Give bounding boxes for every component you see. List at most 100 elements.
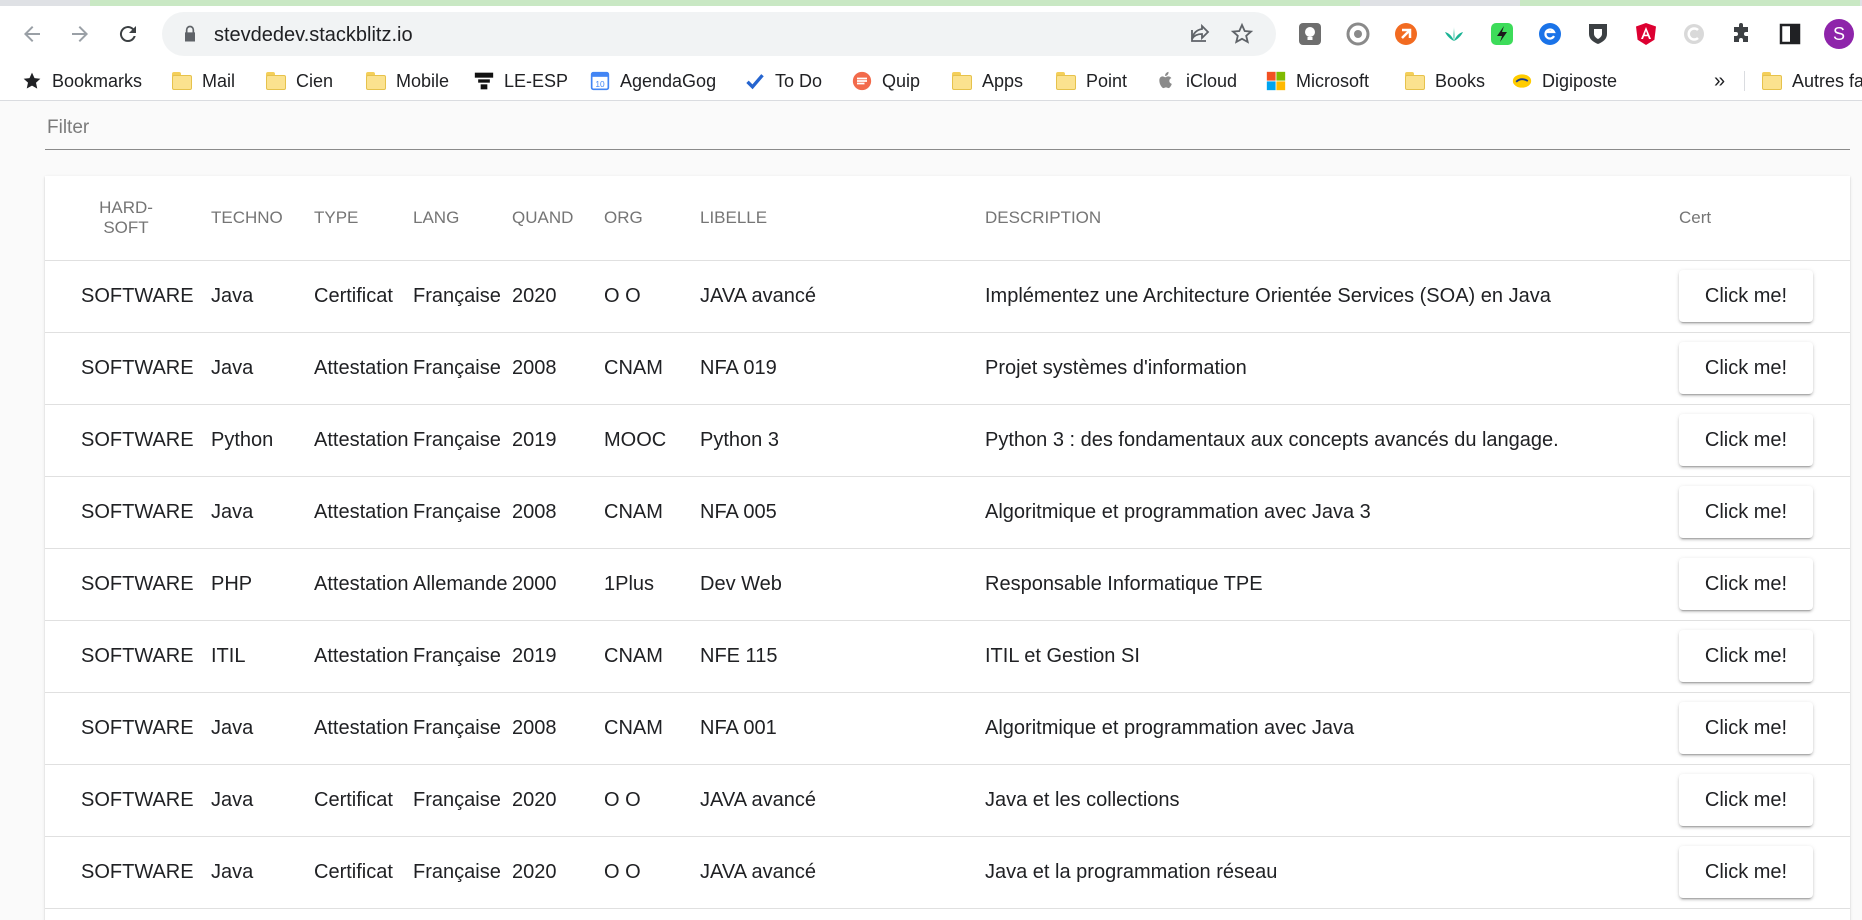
cell-quand: 2019 [512, 429, 557, 451]
star-icon[interactable] [1230, 22, 1254, 46]
bookmark-other[interactable]: Autres fa [1762, 62, 1862, 100]
side-panel-icon[interactable] [1775, 19, 1805, 49]
cell-lang: Allemande [413, 573, 508, 595]
cell-org: O O [604, 285, 641, 307]
filter-input[interactable] [45, 113, 1849, 143]
bookmark-quip[interactable]: Quip [852, 62, 920, 100]
cell-quand: 2008 [512, 357, 557, 379]
url-input[interactable] [212, 12, 1116, 58]
bookmark-bookmarks[interactable]: Bookmarks [22, 62, 142, 100]
table-row[interactable]: SOFTWARE Python Attestation Française 2019 MO… [45, 404, 1850, 477]
extension-shield-icon[interactable] [1583, 19, 1613, 49]
forward-button[interactable] [64, 18, 96, 50]
cell-description: Projet systèmes d'information [985, 357, 1247, 379]
cell-quand: 2020 [512, 285, 557, 307]
cell-hardsoft: SOFTWARE [81, 861, 194, 883]
cell-type: Certificat [314, 285, 393, 307]
header-libelle[interactable]: LIBELLE [700, 176, 767, 260]
cell-org: O O [604, 861, 641, 883]
table-row[interactable]: SOFTWARE Java Attestation Française 2008 CNAM… [45, 332, 1850, 405]
extension-grey-icon[interactable] [1679, 19, 1709, 49]
reload-button[interactable] [112, 18, 144, 50]
cert-button[interactable]: Click me! [1679, 270, 1813, 322]
cert-button[interactable]: Click me! [1679, 342, 1813, 394]
cert-button[interactable]: Click me! [1679, 846, 1813, 898]
address-bar[interactable] [162, 12, 1276, 58]
cell-description: Responsable Informatique TPE [985, 573, 1263, 595]
bookmark-le-esp[interactable]: LE-ESP [474, 62, 568, 100]
cert-button[interactable]: Click me! [1679, 630, 1813, 682]
calendar-icon: 10 [590, 71, 610, 91]
cell-techno: PHP [211, 573, 253, 595]
folder-icon [1056, 72, 1076, 90]
cell-lang: Française [413, 645, 501, 667]
bookmarks-bar: Bookmarks Mail Cien Mobile LE-ESP 10 Age… [0, 62, 1862, 101]
header-techno[interactable]: TECHNO [211, 176, 283, 260]
extension-circle-icon[interactable] [1343, 19, 1373, 49]
table-row[interactable]: SOFTWARE ITIL Attestation Française 2019 CNAM… [45, 620, 1850, 693]
cell-quand: 2020 [512, 789, 557, 811]
cell-lang: Française [413, 501, 501, 523]
table-header: HARD-SOFT TECHNO TYPE LANG QUAND ORG LIB… [45, 176, 1850, 261]
cell-description: Implémentez une Architecture Orientée Se… [985, 285, 1551, 307]
share-icon[interactable] [1188, 22, 1212, 46]
cell-type: Certificat [314, 789, 393, 811]
cell-hardsoft: SOFTWARE [81, 357, 194, 379]
cell-libelle: NFA 001 [700, 717, 777, 739]
cell-type: Attestation [314, 645, 409, 667]
bookmark-mobile[interactable]: Mobile [366, 62, 449, 100]
cell-libelle: Python 3 [700, 429, 779, 451]
table-row[interactable]: SOFTWARE PHP Attestation Allemande 2000 1Plus… [45, 548, 1850, 621]
header-org[interactable]: ORG [604, 176, 643, 260]
extension-keep-icon[interactable] [1295, 19, 1325, 49]
header-cert[interactable]: Cert [1679, 176, 1711, 260]
cell-org: MOOC [604, 429, 667, 451]
bookmark-digiposte[interactable]: Digiposte [1512, 62, 1617, 100]
bookmark-books[interactable]: Books [1405, 62, 1485, 100]
bookmark-apps[interactable]: Apps [952, 62, 1023, 100]
table-row[interactable]: SOFTWARE Java Certificat Française 2020 O O JA… [45, 764, 1850, 837]
cert-button[interactable]: Click me! [1679, 486, 1813, 538]
bookmark-agendagog[interactable]: 10 AgendaGog [590, 62, 716, 100]
cell-libelle: JAVA avancé [700, 861, 816, 883]
microsoft-icon [1266, 71, 1286, 91]
bookmark-microsoft[interactable]: Microsoft [1266, 62, 1369, 100]
cert-button[interactable]: Click me! [1679, 774, 1813, 826]
puzzle-icon[interactable] [1727, 19, 1757, 49]
bookmark-point[interactable]: Point [1056, 62, 1127, 100]
header-quand[interactable]: QUAND [512, 176, 573, 260]
cell-techno: Java [211, 789, 254, 811]
bookmark-cien[interactable]: Cien [266, 62, 333, 100]
bookmark-mail[interactable]: Mail [172, 62, 235, 100]
extension-leaf-icon[interactable] [1439, 19, 1469, 49]
table-row[interactable]: SOFTWARE Java Certificat Française 2020 O O JA… [45, 260, 1850, 333]
cell-libelle: NFE 115 [700, 645, 778, 667]
extension-bolt-icon[interactable] [1487, 19, 1517, 49]
cell-techno: Java [211, 861, 254, 883]
cell-hardsoft: SOFTWARE [81, 573, 194, 595]
bookmark-to-do[interactable]: To Do [745, 62, 822, 100]
cell-techno: Java [211, 285, 254, 307]
cell-description: Algoritmique et programmation avec Java [985, 717, 1355, 739]
cert-button[interactable]: Click me! [1679, 702, 1813, 754]
header-description[interactable]: DESCRIPTION [985, 176, 1101, 260]
extension-e-icon[interactable] [1535, 19, 1565, 49]
angular-icon[interactable] [1631, 19, 1661, 49]
table-row[interactable]: SOFTWARE Java Certificat Française 2020 O O JA… [45, 836, 1850, 909]
header-hardsoft[interactable]: HARD-SOFT [90, 176, 162, 260]
extension-orange-icon[interactable] [1391, 19, 1421, 49]
reload-icon [119, 26, 136, 43]
cell-org: CNAM [604, 357, 663, 379]
bookmarks-overflow-button[interactable]: » [1714, 62, 1725, 100]
cert-button[interactable]: Click me! [1679, 558, 1813, 610]
bookmark-icloud[interactable]: iCloud [1156, 62, 1237, 100]
back-button[interactable] [16, 18, 48, 50]
cell-libelle: JAVA avancé [700, 789, 816, 811]
profile-avatar[interactable]: S [1824, 19, 1854, 49]
cert-button[interactable]: Click me! [1679, 414, 1813, 466]
table-row[interactable]: SOFTWARE Java Attestation Française 2008 CNAM… [45, 476, 1850, 549]
header-lang[interactable]: LANG [413, 176, 459, 260]
table-row[interactable]: SOFTWARE Java Attestation Française 2008 CNAM… [45, 692, 1850, 765]
header-type[interactable]: TYPE [314, 176, 358, 260]
cell-lang: Française [413, 861, 501, 883]
